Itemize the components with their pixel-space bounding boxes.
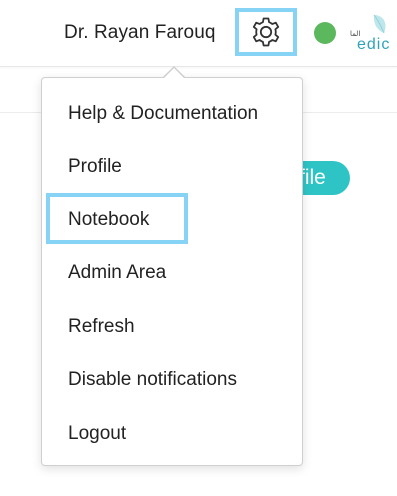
menu-item-help-documentation[interactable]: Help & Documentation — [68, 103, 258, 125]
page: Dr. Rayan Farouq ﺍﻟﻤﺎ edic file Help & D… — [0, 0, 397, 496]
gear-icon — [252, 17, 280, 47]
status-indicator — [314, 22, 336, 44]
menu-item-disable-notifications[interactable]: Disable notifications — [68, 369, 237, 391]
menu-item-refresh[interactable]: Refresh — [68, 316, 135, 338]
settings-button[interactable] — [235, 8, 297, 56]
menu-item-logout[interactable]: Logout — [68, 423, 126, 445]
menu-item-profile[interactable]: Profile — [68, 156, 122, 178]
top-navbar: Dr. Rayan Farouq ﺍﻟﻤﺎ edic — [0, 0, 397, 67]
user-name[interactable]: Dr. Rayan Farouq — [64, 22, 216, 44]
settings-dropdown-menu: Help & Documentation Profile Notebook Ad… — [41, 77, 303, 466]
menu-item-notebook[interactable]: Notebook — [68, 209, 149, 231]
brand-name: edic — [357, 36, 391, 53]
dropdown-caret-fill — [164, 68, 184, 78]
brand-logo: ﺍﻟﻤﺎ edic — [348, 14, 397, 54]
menu-item-admin-area[interactable]: Admin Area — [68, 262, 166, 284]
